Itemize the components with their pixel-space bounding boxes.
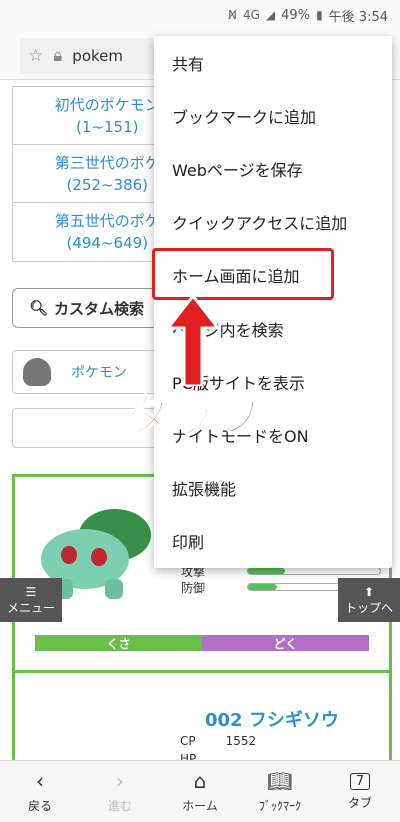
menu-item-share[interactable]: 共有 (154, 36, 392, 89)
signal-type: 4G (242, 8, 260, 22)
battery-percent: 49% (281, 7, 311, 23)
pokemon-link[interactable]: ポケモン (71, 362, 127, 382)
highlight-box (152, 248, 334, 300)
menu-item-quick-access[interactable]: クイックアクセスに追加 (154, 196, 392, 249)
arrow-up-icon: ⬆ (363, 584, 375, 599)
nav-bookmark[interactable]: 📖︎ ﾌﾞｯｸﾏｰｸ (240, 761, 320, 822)
bottom-nav: ‹ 戻る › 進む ⌂ ホーム 📖︎ ﾌﾞｯｸﾏｰｸ 7 タブ (0, 760, 400, 822)
stat-bar (247, 567, 381, 575)
scroll-top-button[interactable]: ⬆ トップへ (338, 578, 400, 622)
nav-forward[interactable]: › 進む (80, 761, 160, 822)
menu-item-extensions[interactable]: 拡張機能 (154, 462, 392, 515)
menu-button[interactable]: ☰ メニュー (0, 578, 62, 622)
clock: 午後 3:54 (328, 9, 388, 25)
tabs-icon: 7 (349, 772, 371, 790)
type-poison: どく (202, 635, 369, 651)
hamburger-icon: ☰ (25, 584, 37, 599)
pokemon-name[interactable]: 002 フシギソウ (205, 706, 339, 732)
home-icon: ⌂ (193, 769, 207, 793)
menu-item-add-bookmark[interactable]: ブックマークに追加 (154, 89, 392, 142)
nav-tabs[interactable]: 7 タブ (320, 761, 400, 822)
signal-icon: ◢ (265, 8, 276, 22)
star-icon[interactable]: ☆ (28, 46, 43, 66)
type-grass: くさ (35, 635, 202, 651)
arrow-up-icon (168, 296, 218, 386)
mute-icon: N̸ (228, 8, 237, 22)
lock-icon: 🔒︎ (53, 46, 63, 66)
menu-item-save-page[interactable]: Webページを保存 (154, 142, 392, 195)
nav-back[interactable]: ‹ 戻る (0, 761, 80, 822)
type-bar: くさ どく (35, 635, 369, 651)
forward-icon: › (116, 769, 124, 793)
battery-icon: ▮ (316, 8, 323, 22)
back-icon: ‹ (36, 769, 44, 793)
nav-home[interactable]: ⌂ ホーム (160, 761, 240, 822)
pikachu-icon (23, 358, 51, 386)
tap-annotation: タップ (125, 390, 264, 443)
bookmark-icon: 📖︎ (267, 769, 293, 793)
url-text: pokem (72, 47, 123, 65)
search-icon: 🔍︎ (29, 299, 49, 317)
status-bar: N̸ 4G ◢ 49% ▮ 午後 3:54 (0, 0, 400, 30)
menu-item-print[interactable]: 印刷 (154, 515, 392, 568)
